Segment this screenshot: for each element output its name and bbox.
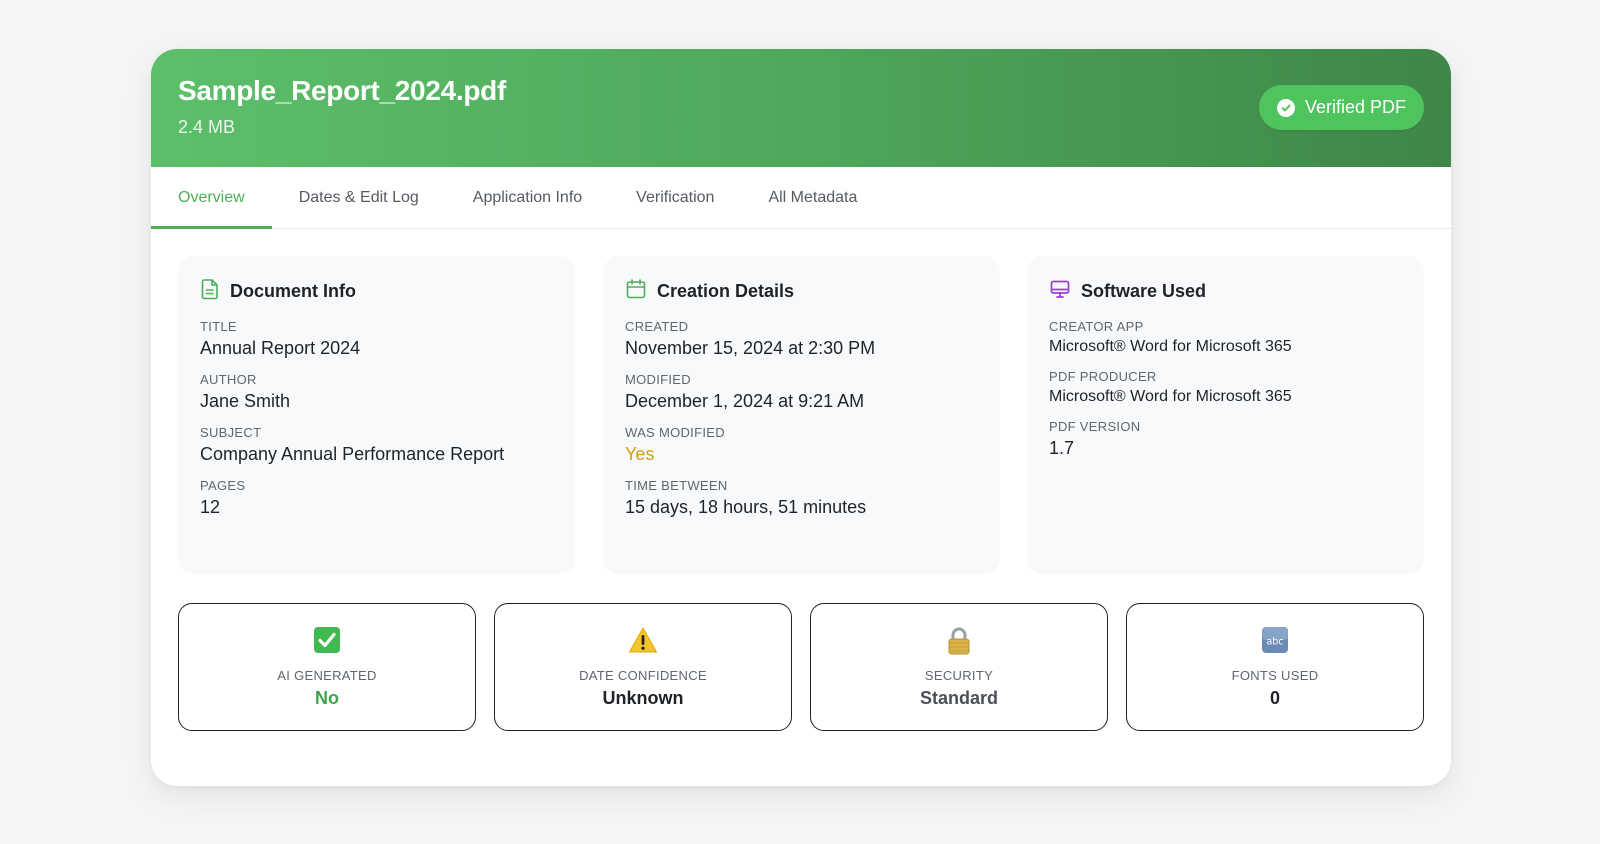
field-value: 12 (200, 497, 221, 517)
fonts-used-stat: abc FONTS USED 0 (1126, 603, 1424, 731)
created-field: CREATED November 15, 2024 at 2:30 PM (625, 319, 978, 359)
tab-overview[interactable]: Overview (151, 167, 272, 229)
field-label: PDF PRODUCER (1049, 369, 1157, 384)
tab-bar: Overview Dates & Edit Log Application In… (151, 167, 1451, 229)
stat-label: SECURITY (924, 668, 994, 683)
was-modified-field: WAS MODIFIED Yes (625, 425, 978, 465)
document-info-panel: Document Info TITLE Annual Report 2024 A… (178, 256, 575, 574)
field-label: CREATOR APP (1049, 319, 1144, 334)
security-stat: SECURITY Standard (810, 603, 1108, 731)
svg-text:abc: abc (1266, 637, 1283, 648)
stat-label: DATE CONFIDENCE (579, 668, 707, 683)
field-value: December 1, 2024 at 9:21 AM (625, 391, 865, 411)
field-value: Microsoft® Word for Microsoft 365 (1049, 338, 1292, 355)
date-confidence-stat: DATE CONFIDENCE Unknown (494, 603, 792, 731)
field-value: Microsoft® Word for Microsoft 365 (1049, 388, 1292, 405)
stat-value: 0 (1269, 688, 1280, 708)
stat-label: AI GENERATED (277, 668, 377, 683)
ai-generated-stat: AI GENERATED No (178, 603, 476, 731)
field-value: 1.7 (1049, 438, 1075, 458)
pdf-metadata-card: Sample_Report_2024.pdf 2.4 MB Verified P… (151, 49, 1451, 786)
field-value: November 15, 2024 at 2:30 PM (625, 338, 876, 358)
verified-badge-label: Verified PDF (1304, 97, 1406, 117)
field-label: MODIFIED (625, 372, 691, 387)
modified-field: MODIFIED December 1, 2024 at 9:21 AM (625, 372, 978, 412)
pdf-producer-field: PDF PRODUCER Microsoft® Word for Microso… (1049, 369, 1402, 406)
card-header: Sample_Report_2024.pdf 2.4 MB Verified P… (151, 49, 1451, 167)
title-field: TITLE Annual Report 2024 (200, 319, 553, 359)
tab-all-metadata[interactable]: All Metadata (741, 167, 884, 228)
field-value: Annual Report 2024 (200, 338, 361, 358)
field-label: TITLE (200, 319, 237, 334)
pages-field: PAGES 12 (200, 478, 553, 518)
monitor-icon (1049, 278, 1071, 305)
lock-icon (811, 626, 1107, 656)
file-name: Sample_Report_2024.pdf (178, 75, 506, 106)
time-between-field: TIME BETWEEN 15 days, 18 hours, 51 minut… (625, 478, 978, 518)
tab-dates-edit-log[interactable]: Dates & Edit Log (272, 167, 446, 228)
field-value: Jane Smith (200, 391, 291, 411)
warning-icon (495, 626, 791, 656)
stat-value: No (315, 688, 339, 708)
document-info-title: Document Info (230, 281, 356, 301)
field-value: 15 days, 18 hours, 51 minutes (625, 497, 867, 517)
field-value: Yes (625, 444, 655, 464)
document-icon (200, 278, 220, 305)
tab-verification[interactable]: Verification (609, 167, 741, 228)
check-circle-icon (1276, 98, 1295, 117)
field-label: PDF VERSION (1049, 419, 1141, 434)
field-label: SUBJECT (200, 425, 262, 440)
stat-value: Standard (919, 688, 998, 708)
stat-label: FONTS USED (1231, 668, 1319, 683)
software-used-title: Software Used (1081, 281, 1207, 301)
creation-details-title: Creation Details (657, 281, 795, 301)
tab-application-info[interactable]: Application Info (446, 167, 609, 228)
pdf-version-field: PDF VERSION 1.7 (1049, 419, 1402, 459)
check-mark-icon (179, 626, 475, 656)
file-size: 2.4 MB (178, 117, 236, 137)
creation-details-panel: Creation Details CREATED November 15, 20… (603, 256, 1000, 574)
field-value: Company Annual Performance Report (200, 444, 505, 464)
software-used-panel: Software Used CREATOR APP Microsoft® Wor… (1027, 256, 1424, 574)
creator-app-field: CREATOR APP Microsoft® Word for Microsof… (1049, 319, 1402, 356)
field-label: PAGES (200, 478, 246, 493)
calendar-icon (625, 278, 647, 305)
abc-icon: abc (1127, 626, 1423, 656)
field-label: AUTHOR (200, 372, 257, 387)
subject-field: SUBJECT Company Annual Performance Repor… (200, 425, 553, 465)
field-label: TIME BETWEEN (625, 478, 728, 493)
author-field: AUTHOR Jane Smith (200, 372, 553, 412)
field-label: WAS MODIFIED (625, 425, 725, 440)
stat-value: Unknown (602, 688, 684, 708)
field-label: CREATED (625, 319, 689, 334)
verified-badge: Verified PDF (1258, 85, 1424, 130)
